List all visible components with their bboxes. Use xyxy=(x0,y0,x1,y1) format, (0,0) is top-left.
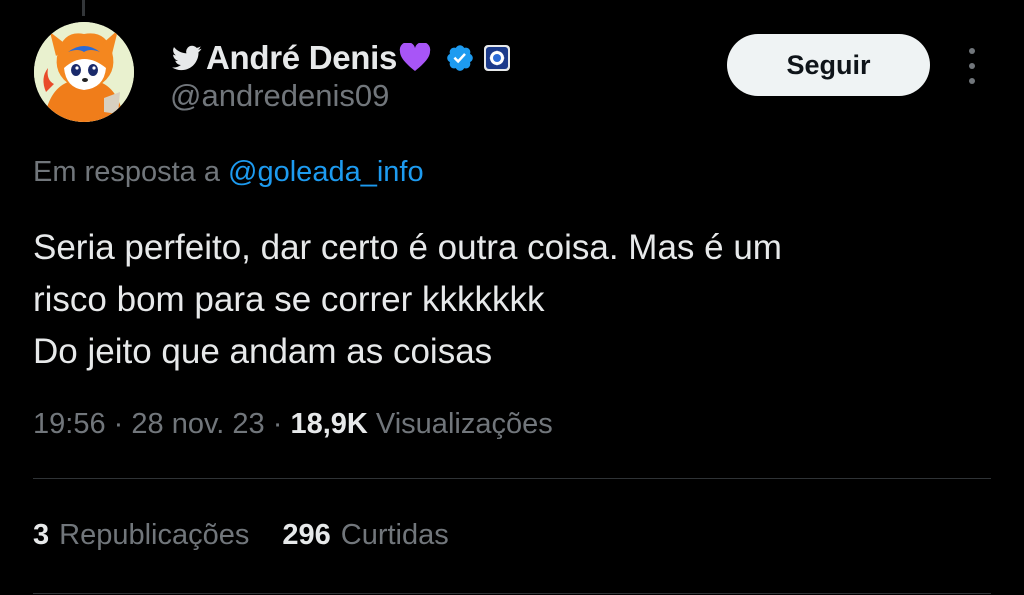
author-display-name[interactable]: André Denis xyxy=(206,39,397,77)
reply-mention-link[interactable]: @goleada_info xyxy=(228,156,424,188)
follow-button[interactable]: Seguir xyxy=(727,34,930,96)
tweet-text: Seria perfeito, dar certo é outra coisa.… xyxy=(33,222,983,378)
tweet-date[interactable]: 28 nov. 23 xyxy=(131,408,264,440)
views-count[interactable]: 18,9K xyxy=(290,408,367,440)
thread-connector-line xyxy=(82,0,85,16)
reposts-count: 3 xyxy=(33,519,50,551)
purple-heart-icon xyxy=(399,43,431,73)
tweet-meta: 19:56 · 28 nov. 23 · 18,9K Visualizações xyxy=(33,408,553,441)
author-name-row[interactable]: André Denis xyxy=(170,38,511,78)
more-options-icon[interactable] xyxy=(958,44,986,88)
more-dot xyxy=(969,48,975,54)
likes-stat[interactable]: 296 Curtidas xyxy=(282,519,448,552)
engagement-stats: 3 Republicações 296 Curtidas xyxy=(33,519,482,552)
avatar-image xyxy=(34,22,134,122)
more-dot xyxy=(969,63,975,69)
affiliate-badge-icon[interactable] xyxy=(483,44,511,72)
tweet-text-line: Seria perfeito, dar certo é outra coisa.… xyxy=(33,228,782,267)
reply-context: Em resposta a @goleada_info xyxy=(33,156,424,189)
likes-label: Curtidas xyxy=(340,519,449,551)
divider xyxy=(33,478,991,479)
meta-separator: · xyxy=(272,408,283,440)
reposts-stat[interactable]: 3 Republicações xyxy=(33,519,249,552)
tweet-time[interactable]: 19:56 xyxy=(33,408,106,440)
views-label[interactable]: Visualizações xyxy=(376,408,553,440)
twitter-bird-icon xyxy=(170,43,204,73)
reply-context-prefix: Em resposta a xyxy=(33,156,220,188)
likes-count: 296 xyxy=(282,519,331,551)
divider xyxy=(33,593,991,594)
meta-separator: · xyxy=(113,408,124,440)
tweet-text-line: risco bom para se correr kkkkkkk xyxy=(33,280,545,319)
reposts-label: Republicações xyxy=(59,519,250,551)
tweet-text-line: Do jeito que andam as coisas xyxy=(33,332,493,371)
avatar[interactable] xyxy=(34,22,134,122)
more-dot xyxy=(969,78,975,84)
verified-badge-icon[interactable] xyxy=(445,43,475,73)
author-handle[interactable]: @andredenis09 xyxy=(170,78,389,114)
